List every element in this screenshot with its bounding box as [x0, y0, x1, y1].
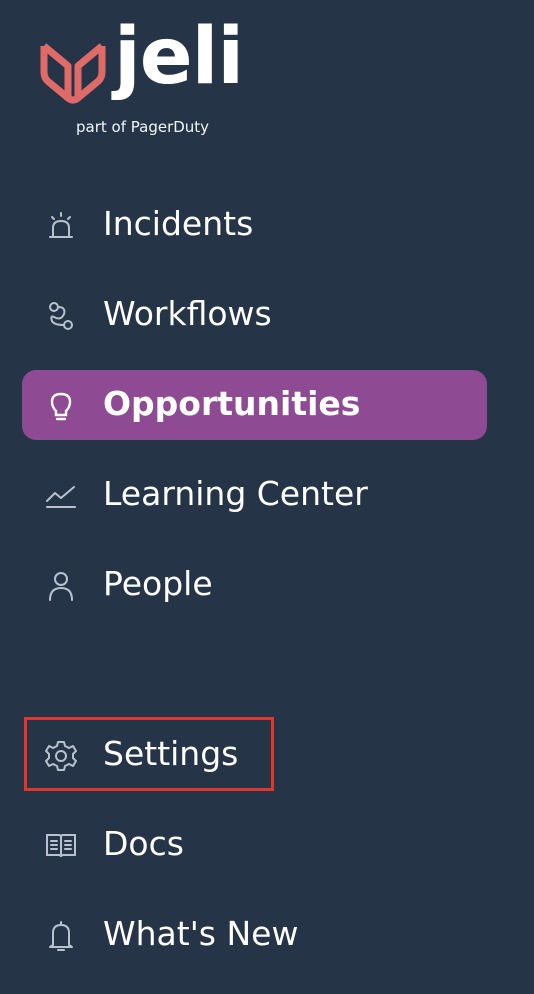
- sidebar-item-workflows[interactable]: Workflows: [22, 280, 487, 350]
- bell-icon: [44, 919, 78, 953]
- sidebar-item-label: Opportunities: [103, 384, 361, 423]
- person-icon: [44, 569, 78, 603]
- workflow-icon: [44, 299, 78, 333]
- sidebar-item-opportunities[interactable]: Opportunities: [22, 370, 487, 440]
- lightbulb-icon: [44, 389, 78, 423]
- sidebar-item-label: Learning Center: [103, 474, 368, 513]
- sidebar-item-docs[interactable]: Docs: [22, 810, 487, 880]
- siren-icon: [44, 209, 78, 243]
- jeli-logo-icon: [40, 30, 112, 106]
- sidebar-item-label: What's New: [103, 914, 299, 953]
- sidebar-item-incidents[interactable]: Incidents: [22, 190, 487, 260]
- trend-chart-icon: [44, 479, 78, 513]
- sidebar-item-people[interactable]: People: [22, 550, 487, 620]
- gear-icon: [44, 739, 78, 773]
- sidebar-item-settings[interactable]: Settings: [22, 717, 487, 791]
- book-icon: [44, 829, 78, 863]
- brand-name: jeli: [114, 12, 244, 102]
- sidebar-item-whats-new[interactable]: What's New: [22, 900, 487, 970]
- brand-tagline: part of PagerDuty: [76, 118, 210, 136]
- sidebar-item-label: Incidents: [103, 204, 254, 243]
- sidebar-item-label: Workflows: [103, 294, 272, 333]
- sidebar-item-learning-center[interactable]: Learning Center: [22, 460, 487, 530]
- brand[interactable]: jeli part of PagerDuty: [40, 18, 260, 141]
- sidebar-item-label: Settings: [103, 734, 239, 773]
- sidebar-item-label: People: [103, 564, 213, 603]
- sidebar-item-label: Docs: [103, 824, 184, 863]
